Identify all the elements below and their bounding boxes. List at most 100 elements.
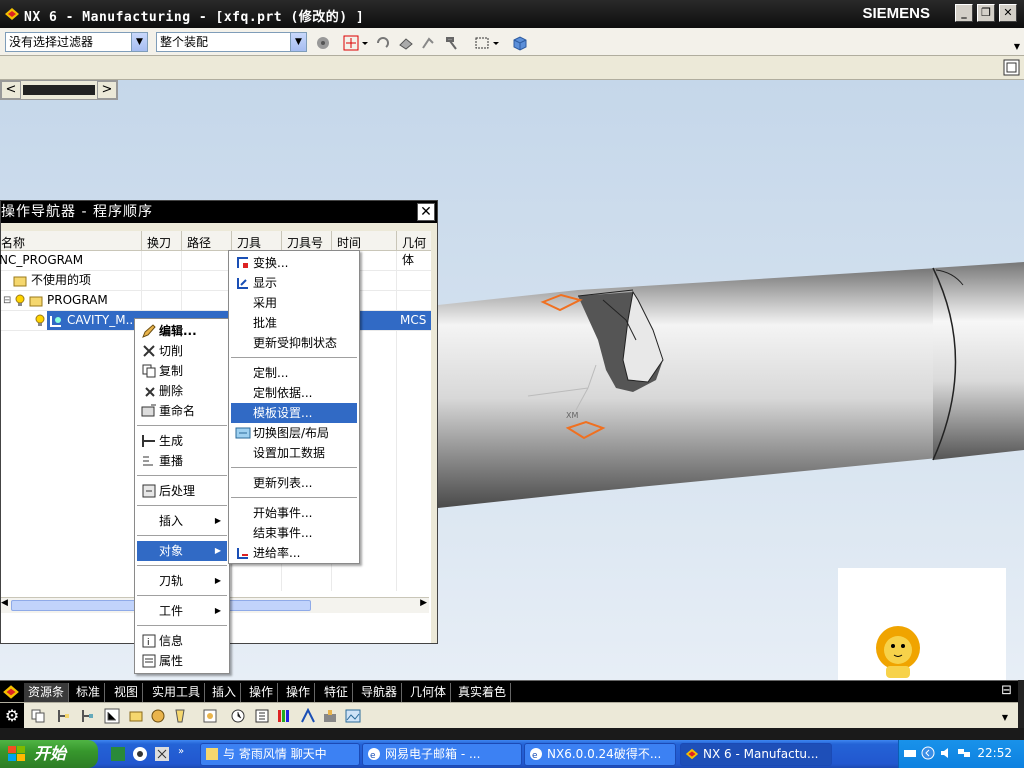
task-mail-window[interactable]: e 网易电子邮箱 - ... [362,743,522,766]
create-geometry-icon[interactable] [202,708,218,724]
network-icon[interactable] [957,746,971,760]
task-nx-window[interactable]: NX 6 - Manufactu... [680,743,832,766]
table-row[interactable]: 不使用的项 [1,271,431,291]
menu-item-information[interactable]: i 信息 [137,631,227,651]
fit-view-icon[interactable] [1003,59,1020,76]
menu-item-adopt[interactable]: 采用 [231,293,357,313]
menu-item-approve[interactable]: 批准 [231,313,357,333]
verify-toolpath-icon[interactable] [300,708,316,724]
quicklaunch-app-icon[interactable] [154,746,170,762]
method-view-icon[interactable] [128,708,144,724]
minimize-button[interactable]: _ [955,4,973,22]
menu-item-template-settings[interactable]: 模板设置... [231,403,357,423]
menu-item-replay[interactable]: 重播 [137,451,227,471]
menu-item-feed-rates[interactable]: 进给率... [231,543,357,563]
tab-view[interactable]: 视图 [110,683,144,702]
scroll-right-arrow[interactable]: ▶ [420,598,427,608]
tab-navigator[interactable]: 导航器 [357,683,403,702]
table-row[interactable]: ⊟ PROGRAM [1,291,431,311]
quicklaunch-excel-icon[interactable] [110,746,126,762]
type-filter-dropdown[interactable]: 没有选择过滤器 ▼ [5,32,148,52]
rectangle-select-icon[interactable] [474,35,490,51]
menu-item-delete[interactable]: 删除 [137,381,227,401]
task-browser-window[interactable]: e NX6.0.0.24破得不... [524,743,676,766]
hammer-icon[interactable] [444,35,460,51]
snap-point-icon[interactable] [343,35,359,51]
chevron-down-icon[interactable] [361,35,369,51]
menu-item-workpiece[interactable]: 工件 ▶ [137,601,227,621]
close-icon[interactable]: ✕ [417,203,435,221]
maximize-button[interactable]: ❐ [977,4,995,22]
machine-tool-view-icon[interactable] [80,708,96,724]
snap-arrow-icon[interactable] [420,35,436,51]
create-tool-icon[interactable] [172,708,188,724]
menu-item-set-machining-data[interactable]: 设置加工数据 [231,443,357,463]
menu-item-customize-by[interactable]: 定制依据... [231,383,357,403]
scroll-left-arrow[interactable]: ◀ [1,598,8,608]
copy-object-icon[interactable] [30,708,46,724]
column-header-tool-change[interactable]: 换刀 [147,234,171,251]
assembly-scope-dropdown[interactable]: 整个装配 ▼ [156,32,307,52]
menu-item-copy[interactable]: 复制 [137,361,227,381]
menu-item-start-events[interactable]: 开始事件... [231,503,357,523]
tab-operation-2[interactable]: 操作 [282,683,316,702]
menu-item-postprocess[interactable]: 后处理 [137,481,227,501]
tab-menu-icon[interactable]: ⊟ [1001,683,1012,698]
machine-simulation-icon[interactable] [322,708,338,724]
tab-standard[interactable]: 标准 [72,683,106,702]
tab-utilities[interactable]: 实用工具 [148,683,206,702]
menu-item-generate[interactable]: 生成 [137,431,227,451]
toolbar-overflow-icon[interactable]: ▼ [1002,713,1008,722]
column-header-tool-number[interactable]: 刀具号 [287,234,323,251]
image-display-icon[interactable] [345,708,361,724]
collapse-icon[interactable]: ⊟ [3,291,11,310]
volume-icon[interactable] [939,746,953,760]
tray-arrow-icon[interactable] [921,746,935,760]
column-header-time[interactable]: 时间 [337,234,361,251]
scroll-track[interactable] [23,85,95,95]
horizontal-scroller[interactable]: < > [0,80,118,100]
list-icon[interactable] [254,708,270,724]
color-bars-icon[interactable] [276,708,292,724]
task-chat-window[interactable]: 与 寄雨风情 聊天中 [200,743,360,766]
lion-mascot-icon[interactable] [868,624,928,680]
tab-features[interactable]: 特征 [320,683,354,702]
tab-true-shading[interactable]: 真实着色 [454,683,512,702]
menu-item-object[interactable]: 对象 ▶ [137,541,227,561]
menu-item-update-suppression[interactable]: 更新受抑制状态 [231,333,357,353]
chevron-down-icon[interactable] [492,35,500,51]
tab-geometry[interactable]: 几何体 [406,683,452,702]
column-header-name[interactable]: 名称 [1,234,25,251]
undo-selection-icon[interactable] [374,35,390,51]
scroll-left-button[interactable]: < [1,81,21,99]
tab-operation-1[interactable]: 操作 [245,683,279,702]
eraser-icon[interactable] [398,35,414,51]
menu-item-edit[interactable]: 编辑... [137,321,227,341]
geometry-view-icon[interactable] [104,708,120,724]
menu-item-end-events[interactable]: 结束事件... [231,523,357,543]
menu-item-insert[interactable]: 插入 ▶ [137,511,227,531]
column-header-path[interactable]: 路径 [187,234,211,251]
menu-item-properties[interactable]: 属性 [137,651,227,671]
selection-priority-icon[interactable] [315,35,331,51]
menu-item-update-list[interactable]: 更新列表... [231,473,357,493]
tab-insert[interactable]: 插入 [208,683,242,702]
quicklaunch-media-icon[interactable] [132,746,148,762]
tab-resource-bar[interactable]: 资源条 [24,683,70,702]
create-program-icon[interactable] [150,708,166,724]
menu-item-transform[interactable]: 变换... [231,253,357,273]
gear-icon[interactable]: ⚙ [0,703,24,729]
menu-item-customize[interactable]: 定制... [231,363,357,383]
close-button[interactable]: ✕ [999,4,1017,22]
menu-item-toggle-layer-layout[interactable]: 切换图层/布局 [231,423,357,443]
clock-icon[interactable] [230,708,246,724]
menu-item-cut[interactable]: 切削 [137,341,227,361]
start-button[interactable]: 开始 [0,740,98,768]
scroll-right-button[interactable]: > [97,81,117,99]
cube-icon[interactable] [512,35,528,51]
column-header-tool[interactable]: 刀具 [237,234,261,251]
menu-item-rename[interactable]: 重命名 [137,401,227,421]
quicklaunch-more-icon[interactable]: » [178,746,184,757]
menu-item-display[interactable]: 显示 [231,273,357,293]
shaft-part-model[interactable]: XM [438,260,1024,510]
